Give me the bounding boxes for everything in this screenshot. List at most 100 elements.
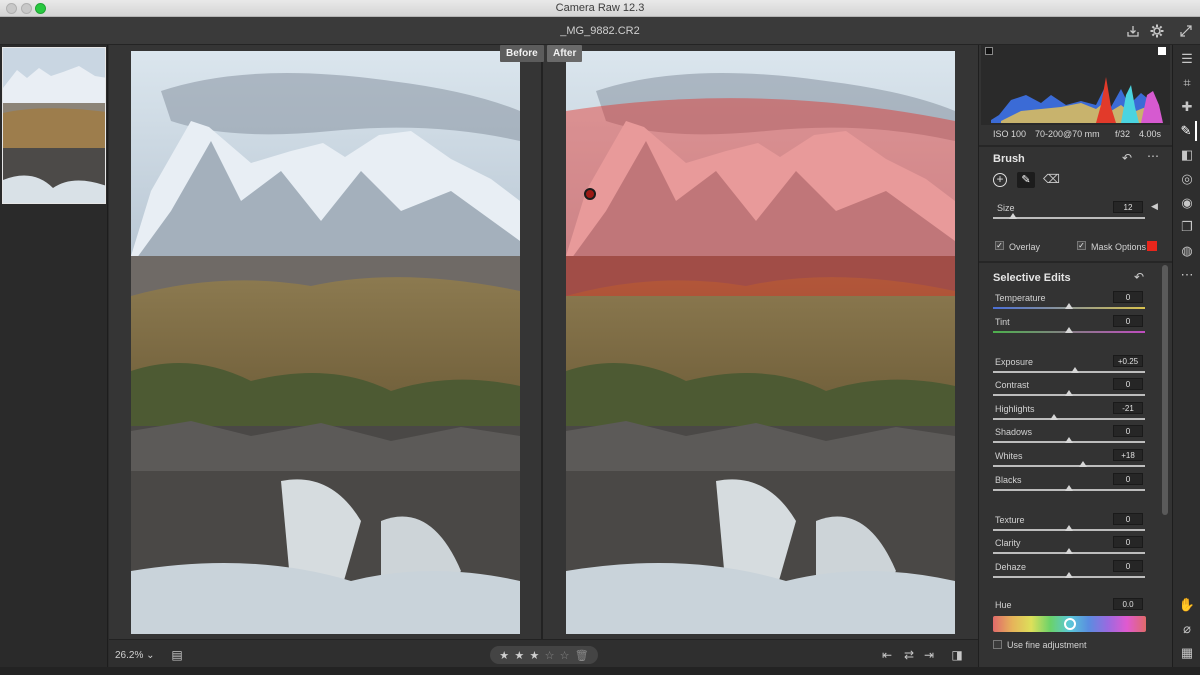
preview-canvas[interactable]: Before After — [109, 45, 978, 639]
slider-value-shadows[interactable]: 0 — [1113, 425, 1143, 437]
grid-icon[interactable]: ▦ — [1177, 643, 1197, 663]
slider-knob-contrast[interactable] — [1065, 390, 1073, 396]
slider-value-contrast[interactable]: 0 — [1113, 378, 1143, 390]
slider-knob-exposure[interactable] — [1071, 367, 1080, 373]
slider-contrast[interactable] — [993, 390, 1145, 396]
slider-value-whites[interactable]: +18 — [1113, 449, 1143, 461]
trash-icon[interactable]: 🗑 — [575, 649, 589, 662]
hue-slider[interactable] — [993, 616, 1146, 632]
slider-dehaze[interactable] — [993, 572, 1145, 578]
panel-scrollbar[interactable] — [1162, 265, 1168, 515]
slider-exposure[interactable] — [993, 367, 1145, 373]
slider-label-highlights: Highlights — [995, 404, 1035, 414]
zoom-value: 26.2% — [115, 650, 144, 661]
star-rating[interactable]: ★ ★ ★ ☆ ☆ 🗑 — [490, 646, 598, 664]
slider-tint[interactable] — [993, 327, 1145, 333]
slider-clarity[interactable] — [993, 548, 1145, 554]
red-eye-icon[interactable]: ◉ — [1177, 193, 1197, 213]
slider-knob-dehaze[interactable] — [1065, 572, 1073, 578]
slider-blacks[interactable] — [993, 485, 1145, 491]
overlay-checkbox[interactable]: ✓ — [995, 241, 1004, 250]
slider-knob-texture[interactable] — [1065, 525, 1073, 531]
slider-value-exposure[interactable]: +0.25 — [1113, 355, 1143, 367]
fine-adjustment-label: Use fine adjustment — [1007, 640, 1087, 650]
mask-options-checkbox[interactable]: ✓ — [1077, 241, 1086, 250]
fine-adjustment-checkbox[interactable] — [993, 640, 1002, 649]
star-icon[interactable]: ★ — [529, 649, 539, 662]
slider-temperature[interactable] — [993, 303, 1145, 309]
slider-knob-blacks[interactable] — [1065, 485, 1073, 491]
brush-icon[interactable]: ✎ — [1017, 172, 1035, 188]
brush-pin-icon[interactable] — [584, 188, 596, 200]
swap-icon[interactable]: ⇄ — [901, 647, 917, 663]
add-brush-icon[interactable]: + — [993, 173, 1007, 187]
slider-value-tint[interactable]: 0 — [1113, 315, 1143, 327]
save-icon[interactable] — [1124, 22, 1142, 40]
slider-value-highlights[interactable]: -21 — [1113, 402, 1143, 414]
title-bar: Camera Raw 12.3 — [0, 0, 1200, 17]
star-icon[interactable]: ★ — [514, 649, 524, 662]
slider-knob-highlights[interactable] — [1049, 414, 1058, 420]
radial-filter-icon[interactable]: ◎ — [1177, 169, 1197, 189]
presets-icon[interactable]: ◍ — [1177, 241, 1197, 261]
slider-value-dehaze[interactable]: 0 — [1113, 560, 1143, 572]
slider-whites[interactable] — [993, 461, 1145, 467]
brush-title: Brush — [993, 153, 1025, 165]
more-icon[interactable]: ⋯ — [1147, 149, 1159, 163]
slider-texture[interactable] — [993, 525, 1145, 531]
before-label[interactable]: Before — [500, 45, 544, 62]
gear-icon[interactable] — [1148, 22, 1166, 40]
filmstrip-thumbnail[interactable] — [2, 47, 106, 204]
adjustment-brush-icon[interactable]: ✎ — [1177, 121, 1197, 141]
copy-to-before-icon[interactable]: ⇥ — [921, 647, 937, 663]
hue-label: Hue — [995, 600, 1012, 610]
slider-value-temperature[interactable]: 0 — [1113, 291, 1143, 303]
compare-view-icon[interactable]: ◨ — [949, 647, 965, 663]
edit-sliders-icon[interactable]: ☰ — [1177, 49, 1197, 69]
highlight-clipping-icon[interactable] — [1158, 47, 1166, 55]
shadow-clipping-icon[interactable] — [985, 47, 993, 55]
zoom-level[interactable]: 26.2% ⌄ — [115, 650, 155, 661]
reset-icon[interactable]: ↶ — [1122, 151, 1132, 165]
star-empty-icon[interactable]: ☆ — [545, 649, 555, 662]
slider-label-dehaze: Dehaze — [995, 562, 1027, 572]
slider-shadows[interactable] — [993, 437, 1145, 443]
collapse-arrow-icon[interactable]: ◀ — [1151, 201, 1158, 212]
hue-input[interactable]: 0.0 — [1113, 598, 1143, 610]
hand-icon[interactable]: ✋ — [1177, 595, 1197, 615]
reset-icon[interactable]: ↶ — [1134, 270, 1144, 284]
slider-value-texture[interactable]: 0 — [1113, 513, 1143, 525]
slider-highlights[interactable] — [993, 414, 1145, 420]
window-title: Camera Raw 12.3 — [555, 2, 645, 14]
size-slider[interactable] — [993, 213, 1145, 219]
fullscreen-icon[interactable] — [1177, 22, 1195, 40]
copy-settings-icon[interactable]: ⇤ — [879, 647, 895, 663]
eraser-icon[interactable]: ⌫ — [1043, 172, 1060, 186]
after-image[interactable] — [566, 51, 955, 634]
star-empty-icon[interactable]: ☆ — [560, 649, 570, 662]
slider-knob-temperature[interactable] — [1065, 303, 1073, 309]
slider-knob-whites[interactable] — [1078, 461, 1087, 467]
slider-value-blacks[interactable]: 0 — [1113, 473, 1143, 485]
color-sampler-icon[interactable]: ⌀ — [1177, 619, 1197, 639]
slider-knob-clarity[interactable] — [1065, 548, 1073, 554]
graduated-filter-icon[interactable]: ◧ — [1177, 145, 1197, 165]
more-tools-icon[interactable]: ⋯ — [1177, 265, 1197, 285]
slider-value-clarity[interactable]: 0 — [1113, 536, 1143, 548]
slider-label-whites: Whites — [995, 451, 1023, 461]
after-label[interactable]: After — [547, 45, 583, 62]
crop-icon[interactable]: ⌗ — [1177, 73, 1197, 93]
size-slider-knob[interactable] — [1008, 213, 1017, 219]
slider-knob-tint[interactable] — [1065, 327, 1073, 333]
hue-slider-knob[interactable] — [1063, 618, 1076, 630]
chevron-down-icon: ⌄ — [146, 650, 155, 661]
size-input[interactable]: 12 — [1113, 201, 1143, 213]
slider-knob-shadows[interactable] — [1065, 437, 1073, 443]
before-image[interactable] — [131, 51, 520, 634]
mask-color-swatch[interactable] — [1147, 241, 1157, 251]
snapshots-icon[interactable]: ❐ — [1177, 217, 1197, 237]
healing-icon[interactable]: ✚ — [1177, 97, 1197, 117]
star-icon[interactable]: ★ — [499, 649, 509, 662]
histogram — [981, 45, 1170, 125]
filmstrip-toggle-icon[interactable]: ▤ — [169, 647, 185, 663]
